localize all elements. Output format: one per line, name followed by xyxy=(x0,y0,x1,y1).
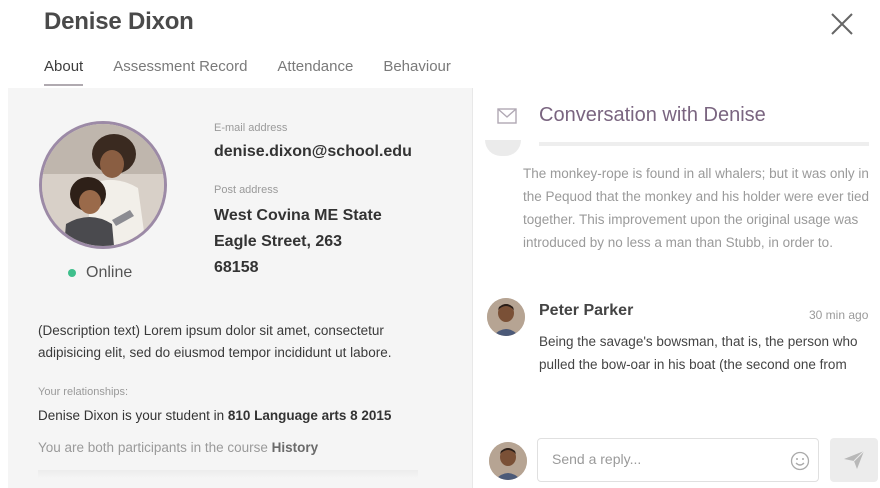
tab-behaviour[interactable]: Behaviour xyxy=(383,58,451,86)
status-dot-icon xyxy=(68,269,76,277)
relationship-course-link[interactable]: History xyxy=(272,440,319,455)
conversation-title: Conversation with Denise xyxy=(539,104,766,126)
avatar xyxy=(489,442,527,480)
relationship-student-text: Denise Dixon is your student in xyxy=(38,408,228,423)
close-icon[interactable] xyxy=(828,10,856,38)
profile-header: Denise Dixon About Assessment Record Att… xyxy=(0,0,880,88)
tab-bar: About Assessment Record Attendance Behav… xyxy=(44,58,481,86)
smiley-icon[interactable] xyxy=(790,451,810,471)
address-line-1: West Covina ME State xyxy=(214,207,382,224)
online-status: Online xyxy=(68,264,132,282)
message-time: 30 min ago xyxy=(809,308,869,322)
envelope-icon xyxy=(497,108,517,124)
reply-box xyxy=(537,438,819,482)
faded-avatar xyxy=(485,140,521,156)
send-button[interactable] xyxy=(830,438,878,482)
status-label: Online xyxy=(86,264,133,281)
address-line-3: 68158 xyxy=(214,259,259,276)
message-text: Being the savage's bowsman, that is, the… xyxy=(539,334,858,372)
description-text: (Description text) Lorem ipsum dolor sit… xyxy=(38,323,392,360)
address-line-2: Eagle Street, 263 xyxy=(214,233,343,250)
email-label: E-mail address xyxy=(214,122,288,134)
avatar xyxy=(39,121,167,249)
avatar xyxy=(487,298,525,336)
faded-row xyxy=(38,470,418,478)
faded-message-text: The monkey-rope is found in all whalers;… xyxy=(523,166,869,250)
faded-divider xyxy=(539,142,869,146)
post-address-label: Post address xyxy=(214,184,279,196)
message-sender: Peter Parker xyxy=(539,302,634,319)
email-value[interactable]: denise.dixon@school.edu xyxy=(214,140,412,164)
relationship-student: Denise Dixon is your student in 810 Lang… xyxy=(38,408,391,423)
tab-about[interactable]: About xyxy=(44,58,84,86)
send-icon xyxy=(844,450,865,469)
relationship-course-text: You are both participants in the course xyxy=(38,440,272,455)
tab-assessment-record[interactable]: Assessment Record xyxy=(113,58,247,86)
conversation-panel: Conversation with Denise The monkey-rope… xyxy=(472,88,880,488)
reply-input[interactable] xyxy=(552,451,772,467)
relationship-student-course[interactable]: 810 Language arts 8 2015 xyxy=(228,408,392,423)
page-title: Denise Dixon xyxy=(44,8,194,35)
about-panel: Online E-mail address denise.dixon@schoo… xyxy=(8,88,472,488)
relationship-course: You are both participants in the course … xyxy=(38,440,318,455)
tab-attendance[interactable]: Attendance xyxy=(277,58,353,86)
relationships-label: Your relationships: xyxy=(38,386,129,398)
